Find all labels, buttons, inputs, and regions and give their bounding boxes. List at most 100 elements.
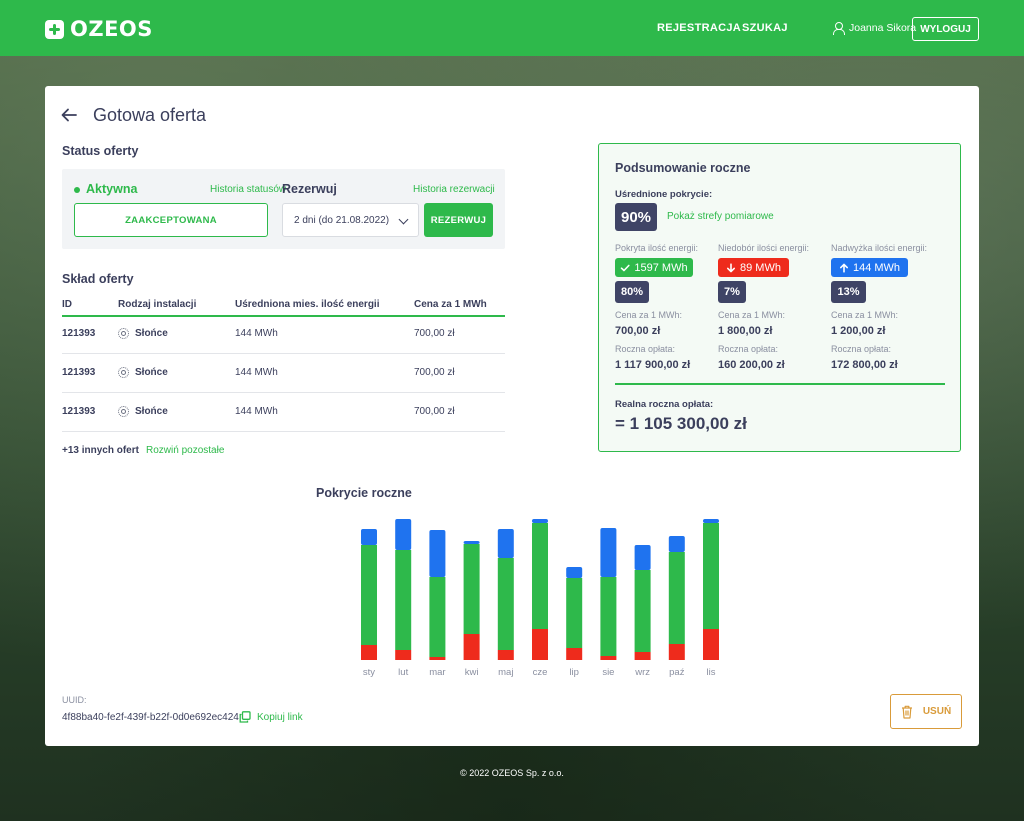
sun-icon xyxy=(118,367,129,378)
logout-button[interactable]: WYLOGUJ xyxy=(912,17,979,41)
table-header-type: Rodzaj instalacji xyxy=(118,299,197,310)
shortage-energy-label: Niedobór ilości energii: xyxy=(718,243,810,253)
bar-lip-segment-3 xyxy=(566,567,583,578)
bar-maj-segment-2 xyxy=(497,558,514,650)
bar-cze-segment-1 xyxy=(532,629,548,660)
x-tick-label: sty xyxy=(363,667,375,678)
copy-icon xyxy=(239,711,251,723)
show-zones-link[interactable]: Pokaż strefy pomiarowe xyxy=(667,211,774,222)
footer-copyright: © 2022 OZEOS Sp. z o.o. xyxy=(460,768,564,778)
covered-fee-label: Roczna opłata: xyxy=(615,344,676,354)
row-2-id: 121393 xyxy=(62,367,96,378)
arrow-down-icon xyxy=(727,262,736,272)
shortage-price-value: 1 800,00 zł xyxy=(718,325,773,337)
x-tick-label: mar xyxy=(429,667,445,678)
bar-kwi-segment-2 xyxy=(463,544,480,634)
user-name: Joanna Sikora xyxy=(849,22,917,34)
bar-sty-segment-2 xyxy=(361,545,377,645)
table-header-id: ID xyxy=(62,299,72,310)
sun-icon xyxy=(118,328,129,339)
x-tick-label: lis xyxy=(707,667,716,678)
bar-kwi-segment-1 xyxy=(463,634,480,660)
user-icon xyxy=(833,22,845,35)
chart-title: Pokrycie roczne xyxy=(316,486,412,500)
status-panel: Aktywna Historia statusów ZAAKCEPTOWANA … xyxy=(62,169,505,249)
row-3-price: 700,00 zł xyxy=(414,406,455,417)
reserve-history-link[interactable]: Historia rezerwacji xyxy=(413,184,495,195)
reserve-button[interactable]: REZERWUJ xyxy=(424,203,493,237)
covered-price-value: 700,00 zł xyxy=(615,325,661,337)
expand-offers-link[interactable]: Rozwiń pozostałe xyxy=(146,445,224,456)
row-2-energy: 144 MWh xyxy=(235,367,278,378)
bar-paź-segment-2 xyxy=(668,552,685,644)
table-header-energy: Uśredniona mies. ilość energii xyxy=(235,299,380,310)
trash-icon xyxy=(901,705,912,719)
bar-sie-segment-1 xyxy=(600,656,617,660)
copy-link-button[interactable]: Kopiuj link xyxy=(239,711,303,723)
x-tick-label: lip xyxy=(569,667,579,678)
bar-lut-segment-3 xyxy=(395,519,412,550)
x-tick-label: cze xyxy=(533,667,548,678)
row-divider xyxy=(62,353,505,354)
bar-kwi-segment-3 xyxy=(463,541,480,544)
arrow-up-icon xyxy=(839,263,848,273)
surplus-fee-value: 172 800,00 zł xyxy=(831,359,898,371)
top-navigation-bar: OZEOS REJESTRACJA SZUKAJ Joanna Sikora W… xyxy=(0,0,1024,56)
row-divider xyxy=(62,392,505,393)
bar-paź-segment-3 xyxy=(668,536,685,552)
summary-divider xyxy=(615,383,945,385)
shortage-energy-badge: 89 MWh xyxy=(718,258,789,277)
shortage-price-label: Cena za 1 MWh: xyxy=(718,310,786,320)
nav-link-szukaj[interactable]: SZUKAJ xyxy=(742,22,788,34)
user-menu[interactable]: Joanna Sikora xyxy=(833,22,917,35)
check-icon xyxy=(621,264,630,271)
delete-button[interactable]: USUŃ xyxy=(890,694,962,729)
logo-text: OZEOS xyxy=(70,17,153,41)
nav-link-rejestracja[interactable]: REJESTRACJA xyxy=(657,22,741,34)
surplus-price-value: 1 200,00 zł xyxy=(831,325,886,337)
surplus-energy-label: Nadwyżka ilości energii: xyxy=(831,243,928,253)
covered-energy-label: Pokryta ilość energii: xyxy=(615,243,699,253)
status-active: Aktywna xyxy=(74,182,137,196)
bar-lis-segment-2 xyxy=(703,523,719,629)
arrow-left-icon[interactable] xyxy=(60,106,78,124)
bar-lip-segment-2 xyxy=(566,578,583,648)
x-tick-label: maj xyxy=(498,667,513,678)
status-history-link[interactable]: Historia statusów xyxy=(210,184,286,195)
accepted-status-badge: ZAAKCEPTOWANA xyxy=(74,203,268,237)
row-3-type: Słońce xyxy=(118,406,168,417)
row-divider xyxy=(62,431,505,432)
logo-icon xyxy=(45,19,64,39)
bar-sty-segment-3 xyxy=(361,529,377,545)
surplus-energy-badge: 144 MWh xyxy=(831,258,908,277)
x-tick-label: wrz xyxy=(634,667,650,678)
uuid-label: UUID: xyxy=(62,695,87,705)
uuid-value: 4f88ba40-fe2f-439f-b22f-0d0e692ec424 xyxy=(62,712,239,723)
row-1-id: 121393 xyxy=(62,328,96,339)
x-tick-label: kwi xyxy=(465,667,479,678)
bar-wrz-segment-3 xyxy=(634,545,651,570)
covered-fee-value: 1 117 900,00 zł xyxy=(615,359,691,371)
status-dot-icon xyxy=(74,186,80,193)
status-section-title: Status oferty xyxy=(62,144,139,158)
x-tick-label: paź xyxy=(669,667,685,678)
x-tick-label: lut xyxy=(398,667,408,678)
bar-sie-segment-2 xyxy=(600,577,617,656)
delete-label: USUŃ xyxy=(922,706,952,717)
logo[interactable]: OZEOS xyxy=(45,17,153,41)
covered-price-label: Cena za 1 MWh: xyxy=(615,310,683,320)
reserve-period-select[interactable]: 2 dni (do 21.08.2022) xyxy=(282,203,419,237)
shortage-energy-pct: 7% xyxy=(718,281,746,303)
bar-sty-segment-1 xyxy=(361,645,377,660)
offer-card: Gotowa oferta Status oferty Aktywna Hist… xyxy=(45,86,979,746)
annual-coverage-chart: stylutmarkwimajczelipsiewrzpaźlisgru xyxy=(361,519,719,678)
bar-mar-segment-1 xyxy=(429,657,446,660)
covered-energy-badge: 1597 MWh xyxy=(615,258,693,277)
bar-lut-segment-1 xyxy=(395,650,412,660)
bar-lis-segment-1 xyxy=(703,629,719,660)
bar-cze-segment-2 xyxy=(532,523,548,629)
surplus-fee-label: Roczna opłata: xyxy=(831,344,892,354)
more-offers-count: +13 innych ofert xyxy=(62,445,139,456)
bar-paź-segment-1 xyxy=(668,644,685,660)
bar-maj-segment-3 xyxy=(497,529,514,558)
